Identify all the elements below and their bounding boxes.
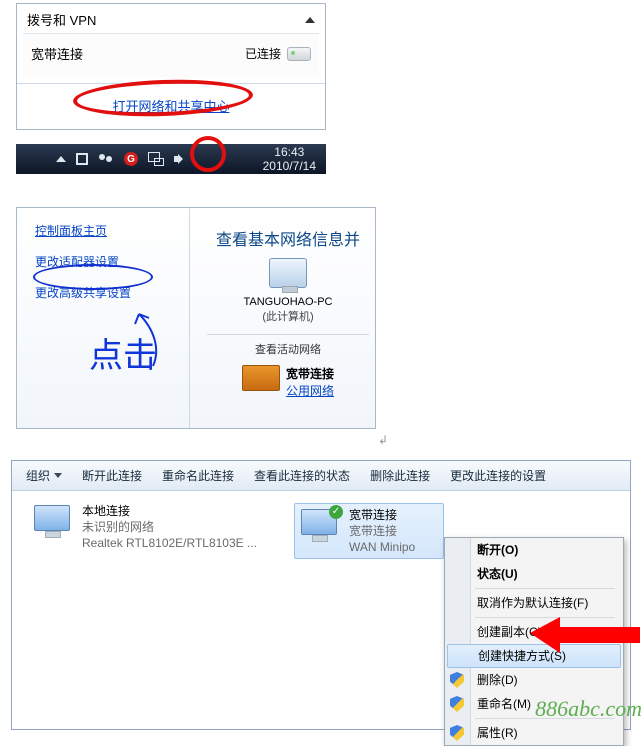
basic-network-info-title: 查看基本网络信息并 <box>207 226 369 250</box>
monitor-icon <box>34 505 70 531</box>
bb-name: 宽带连接 <box>349 507 415 523</box>
text-cursor: ↲ <box>378 433 388 447</box>
active-conn-name: 宽带连接 <box>286 365 334 382</box>
check-icon: ✓ <box>329 505 343 519</box>
toolbar-settings[interactable]: 更改此连接的设置 <box>440 461 556 490</box>
menu-create-shortcut[interactable]: 创建快捷方式(S) <box>447 644 621 668</box>
lan-sub1: 未识别的网络 <box>82 519 257 535</box>
context-menu: 断开(O) 状态(U) 取消作为默认连接(F) 创建副本(C) 创建快捷方式(S… <box>444 537 624 746</box>
menu-status[interactable]: 状态(U) <box>445 562 623 586</box>
shield-icon <box>450 696 464 712</box>
active-conn-type-link[interactable]: 公用网络 <box>286 384 334 398</box>
menu-unset-default[interactable]: 取消作为默认连接(F) <box>445 591 623 615</box>
computer-icon <box>269 258 307 288</box>
control-panel-home-link[interactable]: 控制面板主页 <box>35 224 107 238</box>
network-sharing-center: 控制面板主页 更改适配器设置 更改高级共享设置 点击 查看基本网络信息并 TAN… <box>16 207 376 429</box>
tray-clock[interactable]: 16:43 2010/7/14 <box>263 145 320 173</box>
tray-date: 2010/7/14 <box>263 159 316 173</box>
toolbar-rename[interactable]: 重命名此连接 <box>152 461 244 490</box>
toolbar-status[interactable]: 查看此连接的状态 <box>244 461 360 490</box>
organize-button[interactable]: 组织 <box>16 461 72 490</box>
connection-status: 已连接 <box>245 45 281 62</box>
computer-sub: (此计算机) <box>207 308 369 324</box>
menu-delete[interactable]: 删除(D) <box>445 668 623 692</box>
menu-rename[interactable]: 重命名(M) <box>445 692 623 716</box>
tray-expand-icon[interactable] <box>56 156 66 162</box>
bb-sub1: 宽带连接 <box>349 523 415 539</box>
chevron-down-icon <box>54 473 62 478</box>
active-network-label: 查看活动网络 <box>207 341 369 357</box>
toolbar: 组织 断开此连接 重命名此连接 查看此连接的状态 删除此连接 更改此连接的设置 <box>12 461 630 491</box>
tray-time: 16:43 <box>263 145 316 159</box>
bench-icon <box>242 365 280 391</box>
shield-icon <box>450 725 464 741</box>
connection-item-lan[interactable]: 本地连接 未识别的网络 Realtek RTL8102E/RTL8103E ..… <box>32 503 262 551</box>
annotation-arrow-blue <box>133 308 167 368</box>
menu-create-copy[interactable]: 创建副本(C) <box>445 620 623 644</box>
collapse-icon[interactable] <box>305 17 315 23</box>
antivirus-icon[interactable]: G <box>124 152 138 166</box>
shield-icon <box>450 672 464 688</box>
open-network-center-link[interactable]: 打开网络和共享中心 <box>112 99 229 114</box>
action-center-icon[interactable] <box>76 153 88 165</box>
computer-name: TANGUOHAO-PC <box>207 296 369 308</box>
network-tray-icon[interactable] <box>148 152 164 166</box>
change-advanced-sharing-link[interactable]: 更改高级共享设置 <box>35 284 189 301</box>
network-popup: 拨号和 VPN 宽带连接 已连接 打开网络和共享中心 <box>16 3 326 130</box>
people-icon[interactable] <box>98 152 114 166</box>
bb-sub2: WAN Minipo <box>349 539 415 555</box>
connection-name: 宽带连接 <box>31 44 83 63</box>
menu-disconnect[interactable]: 断开(O) <box>445 538 623 562</box>
connection-row[interactable]: 宽带连接 已连接 <box>31 44 311 63</box>
lan-sub2: Realtek RTL8102E/RTL8103E ... <box>82 535 257 551</box>
taskbar: G 16:43 2010/7/14 <box>16 144 326 174</box>
change-adapter-settings-link[interactable]: 更改适配器设置 <box>35 253 189 270</box>
lan-name: 本地连接 <box>82 503 257 519</box>
annotation-handwriting: 点击 <box>89 328 157 377</box>
connection-item-broadband[interactable]: ✓ 宽带连接 宽带连接 WAN Minipo <box>294 503 444 559</box>
volume-icon[interactable] <box>174 153 186 165</box>
toolbar-disconnect[interactable]: 断开此连接 <box>72 461 152 490</box>
modem-icon <box>287 47 311 61</box>
menu-properties[interactable]: 属性(R) <box>445 721 623 745</box>
network-connections-window: 组织 断开此连接 重命名此连接 查看此连接的状态 删除此连接 更改此连接的设置 … <box>11 460 631 730</box>
toolbar-delete[interactable]: 删除此连接 <box>360 461 440 490</box>
section-title: 拨号和 VPN <box>27 10 96 29</box>
